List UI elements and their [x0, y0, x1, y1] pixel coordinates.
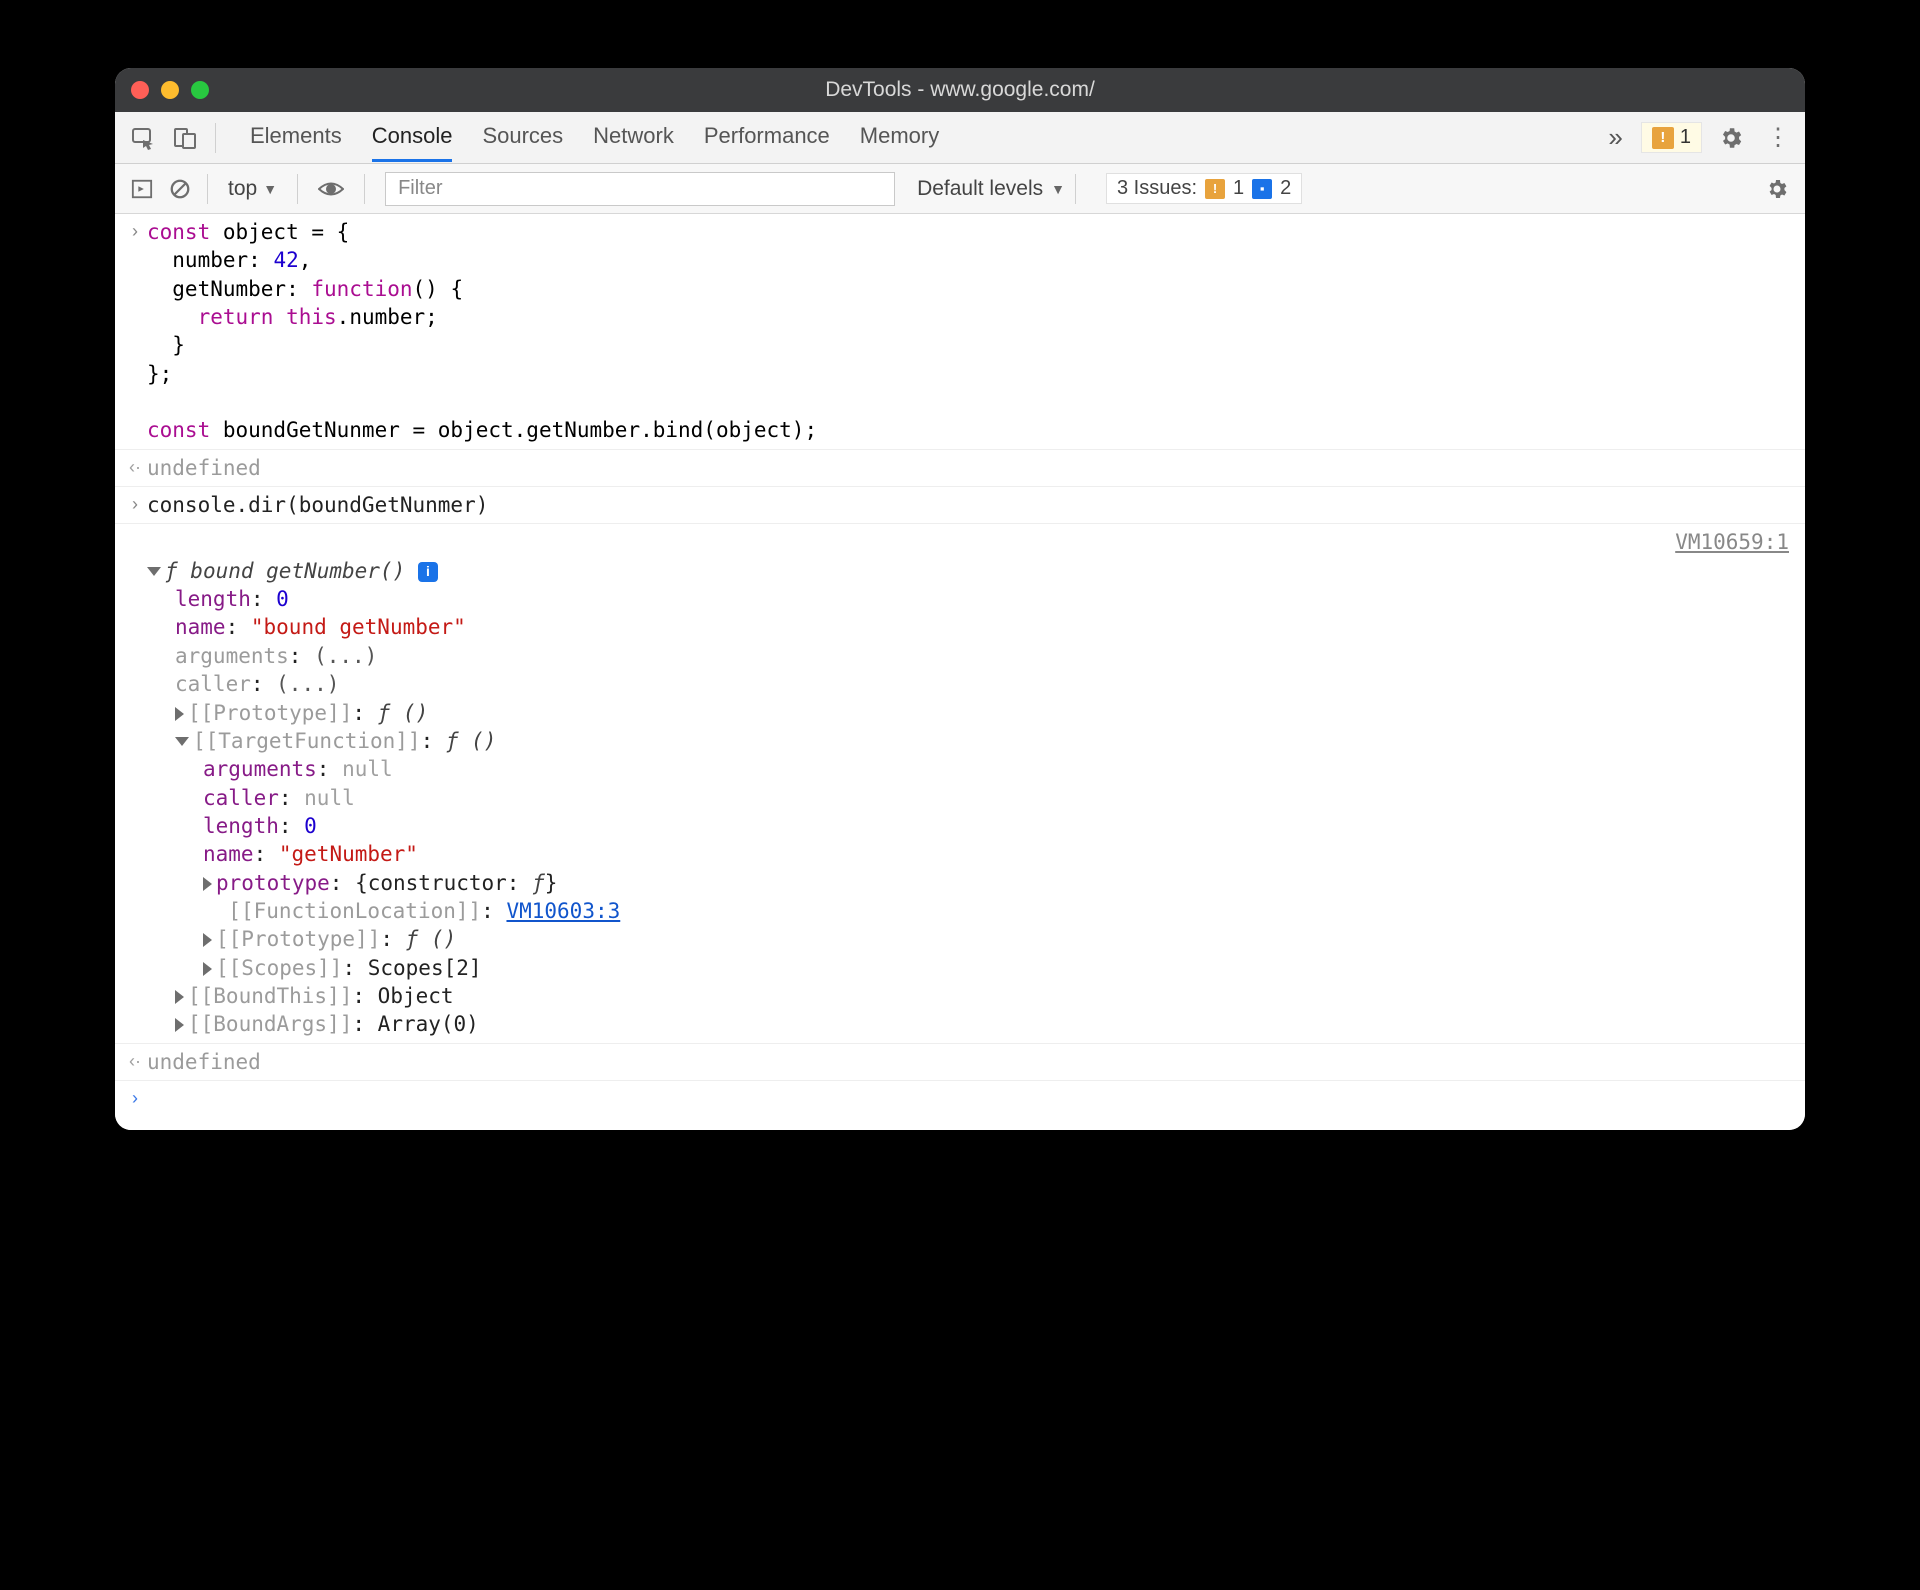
chevron-down-icon: ▼ — [263, 181, 277, 197]
console-toolbar: top ▼ Default levels ▼ 3 Issues: ! 1 ▪ 2 — [115, 164, 1805, 214]
separator — [207, 174, 208, 204]
separator — [364, 174, 365, 204]
code-input: const object = { number: 42, getNumber: … — [147, 218, 1795, 445]
warning-icon: ! — [1652, 127, 1674, 149]
separator — [297, 174, 298, 204]
tab-sources[interactable]: Sources — [482, 113, 563, 162]
settings-icon[interactable] — [1718, 125, 1744, 151]
tab-memory[interactable]: Memory — [860, 113, 939, 162]
warning-icon: ! — [1205, 179, 1225, 199]
expand-toggle-icon[interactable] — [203, 962, 212, 976]
console-output: › const object = { number: 42, getNumber… — [115, 214, 1805, 1130]
console-input-row[interactable]: › console.dir(boundGetNunmer) — [115, 487, 1805, 524]
context-label: top — [228, 177, 257, 201]
source-link[interactable]: VM10659:1 — [1675, 528, 1795, 1038]
expand-toggle-icon[interactable] — [175, 737, 189, 746]
object-tree[interactable]: ƒ bound getNumber() i length: 0name: "bo… — [147, 528, 1795, 1038]
info-icon[interactable]: i — [418, 562, 438, 582]
more-menu-icon[interactable]: ⋮ — [1760, 123, 1795, 152]
expand-toggle-icon[interactable] — [175, 1018, 184, 1032]
input-prompt-icon: › — [123, 218, 147, 445]
console-result-row: ‹· undefined — [115, 1044, 1805, 1081]
output-prompt-icon: ‹· — [123, 1048, 147, 1076]
console-prompt-input[interactable] — [147, 1085, 1795, 1112]
issues-warn-count: 1 — [1233, 177, 1244, 200]
console-dir-output: ƒ bound getNumber() i length: 0name: "bo… — [115, 524, 1805, 1043]
gutter — [123, 528, 147, 1038]
issues-label: 3 Issues: — [1117, 177, 1197, 200]
expand-toggle-icon[interactable] — [203, 933, 212, 947]
expand-toggle-icon[interactable] — [175, 707, 184, 721]
console-input-row[interactable]: › const object = { number: 42, getNumber… — [115, 214, 1805, 450]
expand-toggle-icon[interactable] — [203, 877, 212, 891]
tab-elements[interactable]: Elements — [250, 113, 342, 162]
console-result-row: ‹· undefined — [115, 450, 1805, 487]
clear-console-icon[interactable] — [163, 172, 197, 206]
console-settings-icon[interactable] — [1765, 177, 1789, 201]
code-input: console.dir(boundGetNunmer) — [147, 491, 1795, 519]
log-levels-label: Default levels — [917, 177, 1043, 201]
chevron-down-icon: ▼ — [1051, 181, 1065, 197]
result-undefined: undefined — [147, 1048, 1795, 1076]
expand-toggle-icon[interactable] — [147, 567, 161, 576]
titlebar: DevTools - www.google.com/ — [115, 68, 1805, 112]
window-title: DevTools - www.google.com/ — [115, 78, 1805, 102]
inspect-element-icon[interactable] — [125, 120, 161, 156]
context-selector[interactable]: top ▼ — [218, 177, 287, 201]
separator — [215, 123, 216, 153]
log-levels-selector[interactable]: Default levels ▼ — [917, 177, 1065, 201]
tab-network[interactable]: Network — [593, 113, 674, 162]
expand-toggle-icon[interactable] — [175, 990, 184, 1004]
console-sidebar-toggle-icon[interactable] — [125, 172, 159, 206]
console-prompt-row[interactable]: › — [115, 1081, 1805, 1130]
result-undefined: undefined — [147, 454, 1795, 482]
tab-console[interactable]: Console — [372, 113, 453, 162]
issues-info-count: 2 — [1280, 177, 1291, 200]
live-expression-icon[interactable] — [308, 180, 354, 198]
warnings-badge[interactable]: ! 1 — [1641, 122, 1702, 153]
separator — [1075, 174, 1076, 204]
devtools-window: DevTools - www.google.com/ Elements Cons… — [115, 68, 1805, 1130]
tabs-row: Elements Console Sources Network Perform… — [115, 112, 1805, 164]
issues-badge[interactable]: 3 Issues: ! 1 ▪ 2 — [1106, 173, 1302, 204]
more-tabs-icon[interactable]: » — [1608, 122, 1622, 153]
info-icon: ▪ — [1252, 179, 1272, 199]
source-link[interactable]: VM10603:3 — [506, 899, 620, 923]
input-prompt-icon: › — [123, 1085, 147, 1112]
input-prompt-icon: › — [123, 491, 147, 519]
output-prompt-icon: ‹· — [123, 454, 147, 482]
warning-count: 1 — [1680, 126, 1691, 149]
filter-input[interactable] — [385, 172, 895, 206]
tabs: Elements Console Sources Network Perform… — [250, 113, 1602, 162]
device-toolbar-icon[interactable] — [167, 120, 203, 156]
tab-performance[interactable]: Performance — [704, 113, 830, 162]
